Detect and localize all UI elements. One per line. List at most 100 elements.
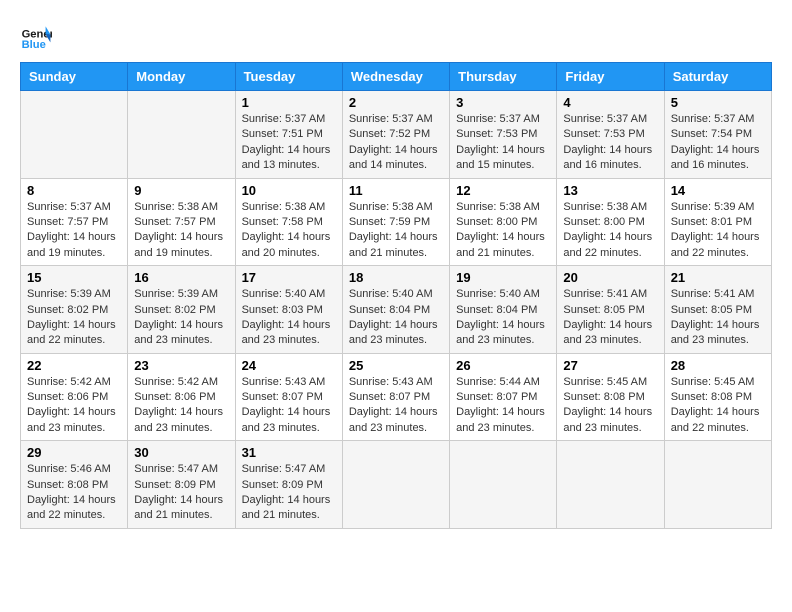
day-info: Sunrise: 5:44 AMSunset: 8:07 PMDaylight:… xyxy=(456,375,550,437)
day-number: 25 xyxy=(349,358,443,373)
day-number: 13 xyxy=(563,183,657,198)
calendar-cell: 13 Sunrise: 5:38 AMSunset: 8:00 PMDayligh… xyxy=(557,178,664,266)
calendar-cell: 4 Sunrise: 5:37 AMSunset: 7:53 PMDaylight… xyxy=(557,91,664,179)
day-info: Sunrise: 5:47 AMSunset: 8:09 PMDaylight:… xyxy=(242,462,336,524)
weekday-header-sunday: Sunday xyxy=(21,63,128,91)
day-number: 3 xyxy=(456,95,550,110)
day-number: 4 xyxy=(563,95,657,110)
calendar-cell: 28 Sunrise: 5:45 AMSunset: 8:08 PMDayligh… xyxy=(664,353,771,441)
day-info: Sunrise: 5:45 AMSunset: 8:08 PMDaylight:… xyxy=(671,375,765,437)
calendar-cell: 15Sunrise: 5:39 AMSunset: 8:02 PMDayligh… xyxy=(21,266,128,354)
weekday-header-tuesday: Tuesday xyxy=(235,63,342,91)
calendar-table: SundayMondayTuesdayWednesdayThursdayFrid… xyxy=(20,62,772,529)
day-info: Sunrise: 5:40 AMSunset: 8:03 PMDaylight:… xyxy=(242,287,336,349)
day-number: 27 xyxy=(563,358,657,373)
day-info: Sunrise: 5:38 AMSunset: 7:59 PMDaylight:… xyxy=(349,200,443,262)
calendar-cell: 31 Sunrise: 5:47 AMSunset: 8:09 PMDayligh… xyxy=(235,441,342,529)
day-info: Sunrise: 5:43 AMSunset: 8:07 PMDaylight:… xyxy=(242,375,336,437)
svg-text:Blue: Blue xyxy=(22,39,46,51)
day-info: Sunrise: 5:38 AMSunset: 7:58 PMDaylight:… xyxy=(242,200,336,262)
day-number: 28 xyxy=(671,358,765,373)
calendar-cell xyxy=(664,441,771,529)
calendar-cell: 29 Sunrise: 5:46 AMSunset: 8:08 PMDayligh… xyxy=(21,441,128,529)
calendar-cell: 16Sunrise: 5:39 AMSunset: 8:02 PMDayligh… xyxy=(128,266,235,354)
calendar-cell: 9 Sunrise: 5:38 AMSunset: 7:57 PMDaylight… xyxy=(128,178,235,266)
day-number: 18 xyxy=(349,270,443,285)
day-info: Sunrise: 5:37 AMSunset: 7:52 PMDaylight:… xyxy=(349,112,443,174)
day-info: Sunrise: 5:41 AMSunset: 8:05 PMDaylight:… xyxy=(671,287,765,349)
calendar-week-row: 22 Sunrise: 5:42 AMSunset: 8:06 PMDayligh… xyxy=(21,353,772,441)
logo-icon: General Blue xyxy=(20,20,52,52)
day-info: Sunrise: 5:39 AMSunset: 8:01 PMDaylight:… xyxy=(671,200,765,262)
day-number: 19 xyxy=(456,270,550,285)
page-wrapper: General Blue SundayMondayTuesdayWednesda… xyxy=(20,20,772,529)
weekday-header-saturday: Saturday xyxy=(664,63,771,91)
day-number: 29 xyxy=(27,445,121,460)
day-info: Sunrise: 5:37 AMSunset: 7:57 PMDaylight:… xyxy=(27,200,121,262)
day-number: 10 xyxy=(242,183,336,198)
calendar-cell xyxy=(557,441,664,529)
day-info: Sunrise: 5:39 AMSunset: 8:02 PMDaylight:… xyxy=(134,287,228,349)
calendar-cell: 10 Sunrise: 5:38 AMSunset: 7:58 PMDayligh… xyxy=(235,178,342,266)
logo: General Blue xyxy=(20,20,52,52)
day-info: Sunrise: 5:43 AMSunset: 8:07 PMDaylight:… xyxy=(349,375,443,437)
calendar-cell: 21 Sunrise: 5:41 AMSunset: 8:05 PMDayligh… xyxy=(664,266,771,354)
day-number: 11 xyxy=(349,183,443,198)
calendar-cell: 14 Sunrise: 5:39 AMSunset: 8:01 PMDayligh… xyxy=(664,178,771,266)
day-info: Sunrise: 5:37 AMSunset: 7:51 PMDaylight:… xyxy=(242,112,336,174)
day-number: 23 xyxy=(134,358,228,373)
day-info: Sunrise: 5:41 AMSunset: 8:05 PMDaylight:… xyxy=(563,287,657,349)
calendar-cell: 23 Sunrise: 5:42 AMSunset: 8:06 PMDayligh… xyxy=(128,353,235,441)
calendar-cell xyxy=(342,441,449,529)
day-info: Sunrise: 5:42 AMSunset: 8:06 PMDaylight:… xyxy=(134,375,228,437)
header: General Blue xyxy=(20,20,772,52)
day-number: 31 xyxy=(242,445,336,460)
day-info: Sunrise: 5:37 AMSunset: 7:54 PMDaylight:… xyxy=(671,112,765,174)
weekday-header-friday: Friday xyxy=(557,63,664,91)
day-number: 9 xyxy=(134,183,228,198)
day-number: 5 xyxy=(671,95,765,110)
day-number: 22 xyxy=(27,358,121,373)
day-number: 21 xyxy=(671,270,765,285)
day-info: Sunrise: 5:47 AMSunset: 8:09 PMDaylight:… xyxy=(134,462,228,524)
day-number: 24 xyxy=(242,358,336,373)
calendar-cell: 25 Sunrise: 5:43 AMSunset: 8:07 PMDayligh… xyxy=(342,353,449,441)
calendar-cell: 26 Sunrise: 5:44 AMSunset: 8:07 PMDayligh… xyxy=(450,353,557,441)
day-number: 8 xyxy=(27,183,121,198)
day-info: Sunrise: 5:37 AMSunset: 7:53 PMDaylight:… xyxy=(563,112,657,174)
calendar-cell: 5 Sunrise: 5:37 AMSunset: 7:54 PMDaylight… xyxy=(664,91,771,179)
day-number: 2 xyxy=(349,95,443,110)
calendar-cell: 30 Sunrise: 5:47 AMSunset: 8:09 PMDayligh… xyxy=(128,441,235,529)
calendar-cell xyxy=(128,91,235,179)
calendar-cell: 20 Sunrise: 5:41 AMSunset: 8:05 PMDayligh… xyxy=(557,266,664,354)
calendar-cell: 12 Sunrise: 5:38 AMSunset: 8:00 PMDayligh… xyxy=(450,178,557,266)
calendar-cell: 2 Sunrise: 5:37 AMSunset: 7:52 PMDaylight… xyxy=(342,91,449,179)
calendar-cell: 17Sunrise: 5:40 AMSunset: 8:03 PMDayligh… xyxy=(235,266,342,354)
calendar-cell xyxy=(450,441,557,529)
day-info: Sunrise: 5:38 AMSunset: 8:00 PMDaylight:… xyxy=(563,200,657,262)
calendar-cell: 3 Sunrise: 5:37 AMSunset: 7:53 PMDaylight… xyxy=(450,91,557,179)
calendar-cell: 24 Sunrise: 5:43 AMSunset: 8:07 PMDayligh… xyxy=(235,353,342,441)
day-info: Sunrise: 5:38 AMSunset: 7:57 PMDaylight:… xyxy=(134,200,228,262)
calendar-cell: 19Sunrise: 5:40 AMSunset: 8:04 PMDayligh… xyxy=(450,266,557,354)
calendar-week-row: 8 Sunrise: 5:37 AMSunset: 7:57 PMDaylight… xyxy=(21,178,772,266)
day-number: 26 xyxy=(456,358,550,373)
day-number: 14 xyxy=(671,183,765,198)
weekday-header-row: SundayMondayTuesdayWednesdayThursdayFrid… xyxy=(21,63,772,91)
calendar-cell: 22Sunrise: 5:42 AMSunset: 8:06 PMDayligh… xyxy=(21,353,128,441)
calendar-cell: 8 Sunrise: 5:37 AMSunset: 7:57 PMDaylight… xyxy=(21,178,128,266)
day-info: Sunrise: 5:46 AMSunset: 8:08 PMDaylight:… xyxy=(27,462,121,524)
day-number: 1 xyxy=(242,95,336,110)
calendar-cell: 11 Sunrise: 5:38 AMSunset: 7:59 PMDayligh… xyxy=(342,178,449,266)
day-number: 30 xyxy=(134,445,228,460)
calendar-cell xyxy=(21,91,128,179)
day-info: Sunrise: 5:38 AMSunset: 8:00 PMDaylight:… xyxy=(456,200,550,262)
day-info: Sunrise: 5:45 AMSunset: 8:08 PMDaylight:… xyxy=(563,375,657,437)
day-info: Sunrise: 5:37 AMSunset: 7:53 PMDaylight:… xyxy=(456,112,550,174)
calendar-week-row: 29 Sunrise: 5:46 AMSunset: 8:08 PMDayligh… xyxy=(21,441,772,529)
day-number: 20 xyxy=(563,270,657,285)
calendar-week-row: 15 Sunrise: 5:39 AMSunset: 8:02 PMDayligh… xyxy=(21,266,772,354)
day-number: 12 xyxy=(456,183,550,198)
day-number: 15 xyxy=(27,270,121,285)
calendar-cell: 1 Sunrise: 5:37 AMSunset: 7:51 PMDaylight… xyxy=(235,91,342,179)
